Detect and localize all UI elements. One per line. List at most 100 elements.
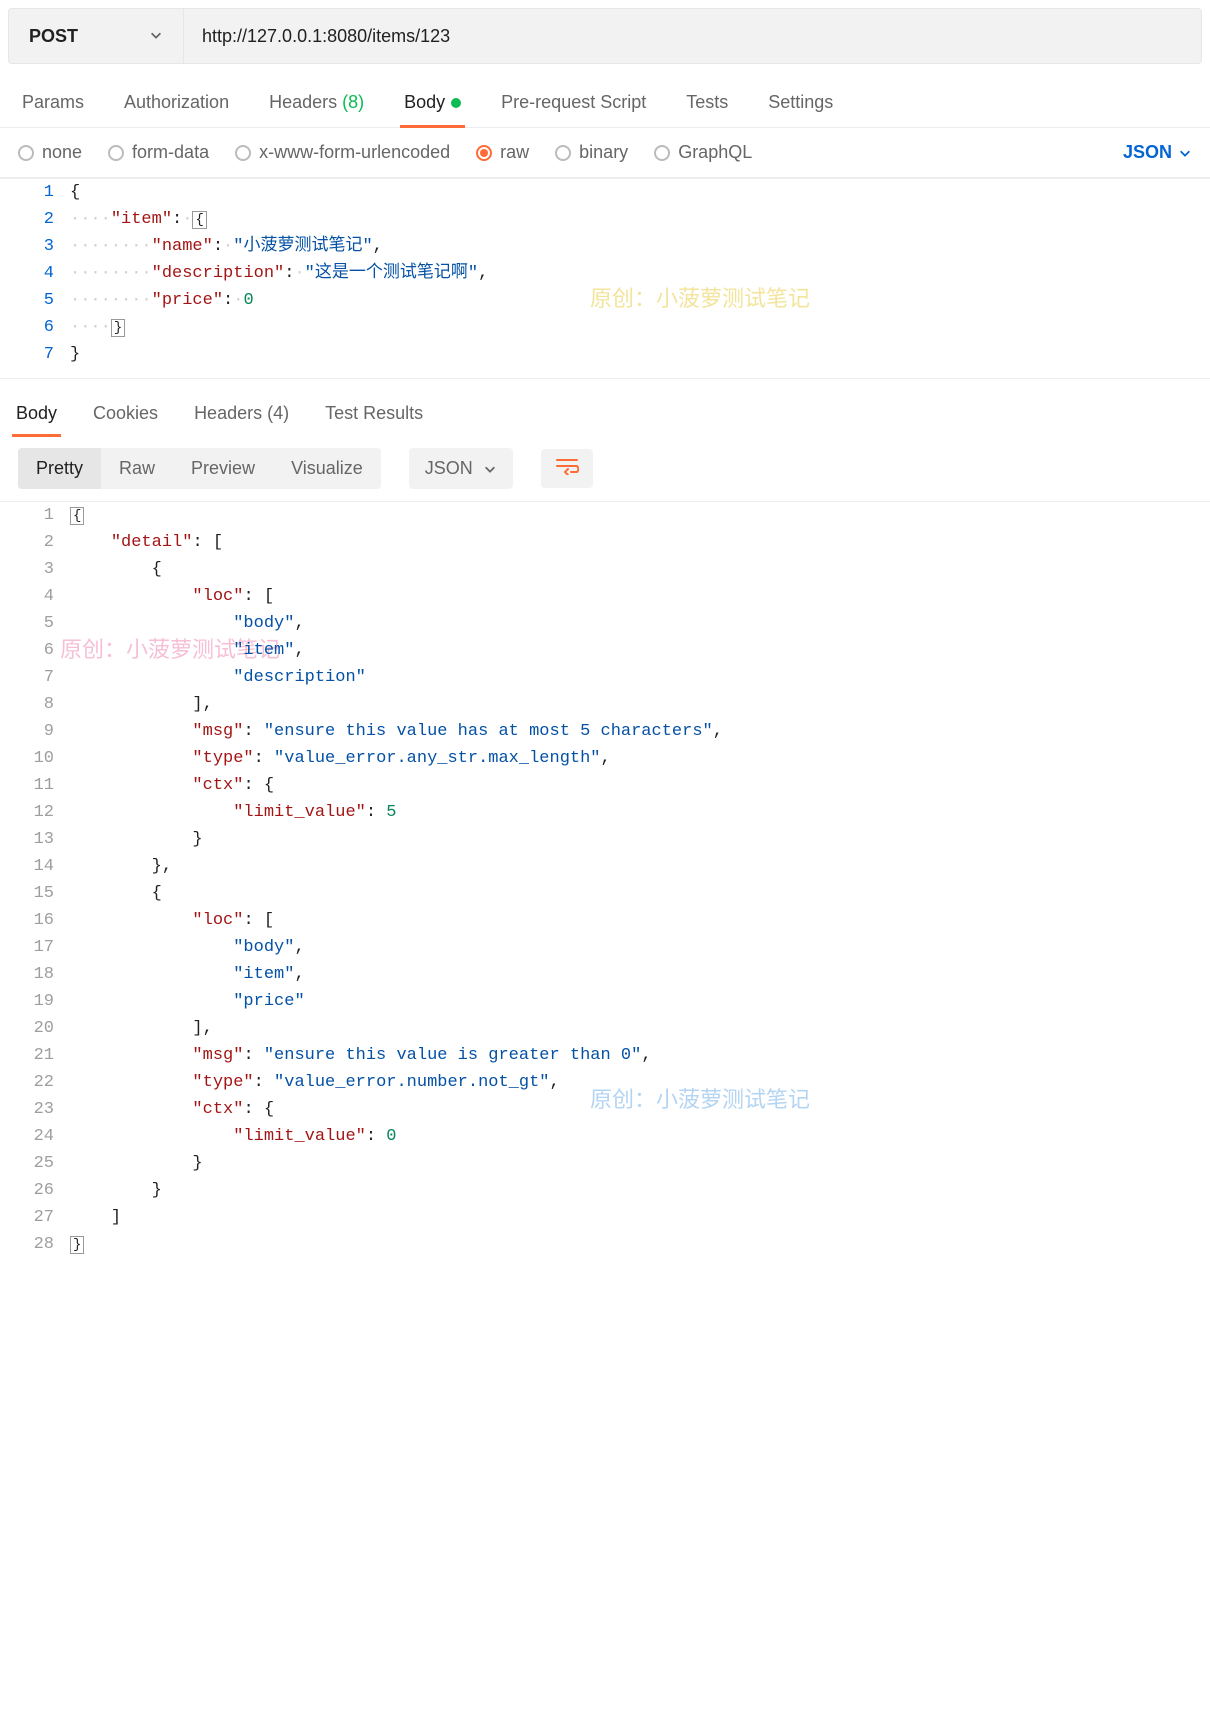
line-number: 18 xyxy=(0,961,70,988)
url-input[interactable]: http://127.0.0.1:8080/items/123 xyxy=(184,9,1201,63)
line-number: 23 xyxy=(0,1096,70,1123)
code-line: 1{ xyxy=(0,502,1210,529)
request-bar: POST http://127.0.0.1:8080/items/123 xyxy=(8,8,1202,64)
code-line: 5 "body", xyxy=(0,610,1210,637)
request-body-editor[interactable]: 原创：小菠萝测试笔记 1{2····"item":·{3········"nam… xyxy=(0,178,1210,368)
code-content: "item", xyxy=(70,961,1210,988)
radio-icon xyxy=(654,145,670,161)
body-format-select[interactable]: JSON xyxy=(1123,142,1192,163)
line-number: 22 xyxy=(0,1069,70,1096)
code-line: 19 "price" xyxy=(0,988,1210,1015)
line-number: 17 xyxy=(0,934,70,961)
line-number: 25 xyxy=(0,1150,70,1177)
code-line: 1{ xyxy=(0,179,1210,206)
response-tab-cookies[interactable]: Cookies xyxy=(89,395,162,436)
code-content: }, xyxy=(70,853,1210,880)
body-type-binary[interactable]: binary xyxy=(555,142,628,163)
line-number: 7 xyxy=(0,341,70,368)
tab-count: (4) xyxy=(262,403,289,423)
code-line: 7 "description" xyxy=(0,664,1210,691)
body-type-graphql[interactable]: GraphQL xyxy=(654,142,752,163)
view-button-pretty[interactable]: Pretty xyxy=(18,448,101,489)
request-tab-params[interactable]: Params xyxy=(18,82,88,127)
code-content: ········"name":·"小菠萝测试笔记", xyxy=(70,233,1210,260)
line-number: 6 xyxy=(0,314,70,341)
code-line: 3 { xyxy=(0,556,1210,583)
code-line: 16 "loc": [ xyxy=(0,907,1210,934)
line-number: 16 xyxy=(0,907,70,934)
code-content: } xyxy=(70,1150,1210,1177)
code-line: 4········"description":·"这是一个测试笔记啊", xyxy=(0,260,1210,287)
code-line: 7} xyxy=(0,341,1210,368)
line-number: 7 xyxy=(0,664,70,691)
line-number: 8 xyxy=(0,691,70,718)
line-number: 26 xyxy=(0,1177,70,1204)
wrap-lines-button[interactable] xyxy=(541,449,593,488)
http-method-select[interactable]: POST xyxy=(9,9,184,63)
code-content: } xyxy=(70,826,1210,853)
view-button-raw[interactable]: Raw xyxy=(101,448,173,489)
radio-icon xyxy=(108,145,124,161)
line-number: 13 xyxy=(0,826,70,853)
request-tab-headers[interactable]: Headers (8) xyxy=(265,82,368,127)
http-method-value: POST xyxy=(29,26,78,47)
request-tabs: Params Authorization Headers (8) Body Pre-re… xyxy=(0,72,1210,128)
body-type-urlencoded[interactable]: x-www-form-urlencoded xyxy=(235,142,450,163)
code-line: 12 "limit_value": 5 xyxy=(0,799,1210,826)
response-tab-body[interactable]: Body xyxy=(12,395,61,436)
code-line: 2 "detail": [ xyxy=(0,529,1210,556)
code-line: 18 "item", xyxy=(0,961,1210,988)
code-content: } xyxy=(70,341,1210,368)
body-type-none[interactable]: none xyxy=(18,142,82,163)
radio-icon xyxy=(18,145,34,161)
line-number: 21 xyxy=(0,1042,70,1069)
code-content: "ctx": { xyxy=(70,772,1210,799)
body-type-form-data[interactable]: form-data xyxy=(108,142,209,163)
line-number: 1 xyxy=(0,179,70,206)
code-line: 26 } xyxy=(0,1177,1210,1204)
request-tab-settings[interactable]: Settings xyxy=(764,82,837,127)
line-number: 1 xyxy=(0,502,70,529)
view-button-preview[interactable]: Preview xyxy=(173,448,273,489)
line-number: 24 xyxy=(0,1123,70,1150)
response-format-select[interactable]: JSON xyxy=(409,448,513,489)
code-line: 20 ], xyxy=(0,1015,1210,1042)
code-line: 10 "type": "value_error.any_str.max_leng… xyxy=(0,745,1210,772)
line-number: 14 xyxy=(0,853,70,880)
request-tab-body[interactable]: Body xyxy=(400,82,465,127)
request-tab-pre-request-script[interactable]: Pre-request Script xyxy=(497,82,650,127)
code-line: 25 } xyxy=(0,1150,1210,1177)
response-tab-test-results[interactable]: Test Results xyxy=(321,395,427,436)
line-number: 2 xyxy=(0,206,70,233)
line-number: 15 xyxy=(0,880,70,907)
code-content: } xyxy=(70,1231,1210,1258)
line-number: 4 xyxy=(0,583,70,610)
code-content: "price" xyxy=(70,988,1210,1015)
body-type-raw[interactable]: raw xyxy=(476,142,529,163)
request-tab-authorization[interactable]: Authorization xyxy=(120,82,233,127)
code-content: { xyxy=(70,880,1210,907)
code-line: 24 "limit_value": 0 xyxy=(0,1123,1210,1150)
response-tab-headers[interactable]: Headers (4) xyxy=(190,395,293,436)
line-number: 19 xyxy=(0,988,70,1015)
code-line: 22 "type": "value_error.number.not_gt", xyxy=(0,1069,1210,1096)
line-number: 5 xyxy=(0,287,70,314)
line-number: 12 xyxy=(0,799,70,826)
code-content: "limit_value": 0 xyxy=(70,1123,1210,1150)
modified-dot-icon xyxy=(451,98,461,108)
tab-count: (8) xyxy=(337,92,364,112)
view-button-visualize[interactable]: Visualize xyxy=(273,448,381,489)
code-content: ····} xyxy=(70,314,1210,341)
code-content: ], xyxy=(70,1015,1210,1042)
line-number: 6 xyxy=(0,637,70,664)
code-content: } xyxy=(70,1177,1210,1204)
line-number: 4 xyxy=(0,260,70,287)
response-body-viewer[interactable]: 原创：小菠萝测试笔记 原创：小菠萝测试笔记 1{2 "detail": [3 {… xyxy=(0,501,1210,1258)
code-line: 6 "item", xyxy=(0,637,1210,664)
line-number: 5 xyxy=(0,610,70,637)
code-line: 14 }, xyxy=(0,853,1210,880)
request-tab-tests[interactable]: Tests xyxy=(682,82,732,127)
code-content: ····"item":·{ xyxy=(70,206,1210,233)
line-number: 9 xyxy=(0,718,70,745)
code-content: "type": "value_error.number.not_gt", xyxy=(70,1069,1210,1096)
